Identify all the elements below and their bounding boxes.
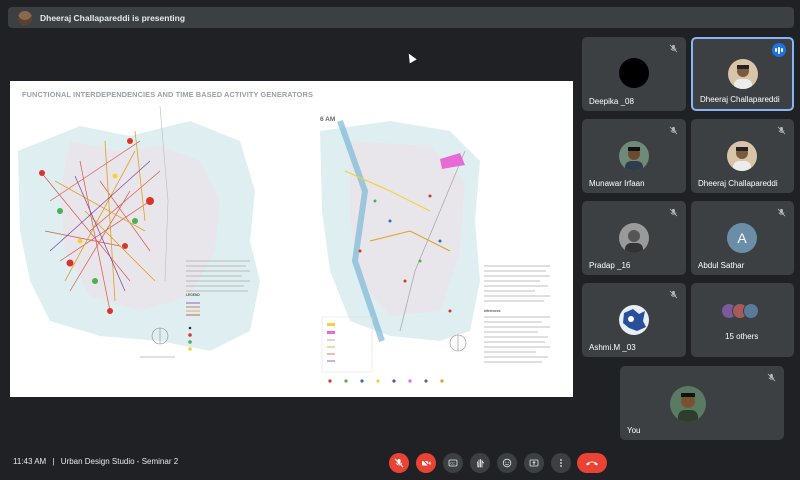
meeting-name: Urban Design Studio - Seminar 2	[60, 457, 179, 466]
svg-text:CC: CC	[450, 462, 455, 466]
participant-tile[interactable]: Dheeraj Challapareddi	[691, 37, 794, 111]
participant-tile[interactable]: Deepika _08	[582, 37, 686, 111]
avatar	[743, 303, 759, 319]
participant-name: Pradap _16	[589, 261, 631, 270]
others-count: 15 others	[725, 332, 759, 341]
avatar: A	[727, 223, 757, 253]
separator: |	[52, 457, 55, 466]
slide-title: FUNCTIONAL INTERDEPENDENCIES AND TIME BA…	[22, 90, 313, 99]
mouse-cursor	[405, 51, 417, 64]
hang-up-icon	[586, 461, 598, 466]
slide-time-label: 6 AM	[320, 116, 336, 123]
right-subheading: Inferences	[484, 309, 501, 313]
avatar	[728, 59, 758, 89]
slide-maps	[18, 105, 550, 383]
mic-off-icon	[777, 126, 786, 135]
presenting-text: Dheeraj Challapareddi is presenting	[40, 12, 186, 23]
mic-off-icon	[669, 126, 678, 135]
participant-tile[interactable]: Dheeraj Challapareddi	[691, 119, 794, 193]
camera-off-icon	[421, 458, 431, 468]
self-tile[interactable]: You	[620, 366, 784, 440]
avatar	[619, 305, 649, 335]
captions-button[interactable]: CC	[443, 453, 463, 473]
avatar	[727, 141, 757, 171]
mic-off-icon	[669, 44, 678, 53]
participant-name: You	[627, 426, 641, 435]
present-button[interactable]	[524, 453, 544, 473]
more-vert-icon	[560, 459, 562, 467]
toggle-camera-button[interactable]	[416, 453, 436, 473]
participant-name: Deepika _08	[589, 97, 634, 106]
avatar	[619, 223, 649, 253]
participant-name: Dheeraj Challapareddi	[698, 179, 778, 188]
left-map	[18, 105, 260, 358]
speaking-indicator-icon	[772, 43, 786, 57]
hand-icon	[477, 459, 484, 468]
presenter-avatar	[18, 10, 32, 25]
presenting-banner: Dheeraj Challapareddi is presenting	[8, 7, 794, 28]
mic-off-icon	[767, 373, 776, 382]
avatar	[670, 386, 706, 422]
emoji-icon	[502, 458, 512, 468]
participant-tile[interactable]: Pradap _16	[582, 201, 686, 275]
others-tile[interactable]: 15 others	[691, 283, 794, 357]
meeting-info: 11:43 AM | Urban Design Studio - Seminar…	[13, 457, 178, 466]
mic-off-icon	[669, 208, 678, 217]
mic-off-icon	[394, 458, 404, 468]
toggle-mic-button[interactable]	[389, 453, 409, 473]
shared-screen: FUNCTIONAL INTERDEPENDENCIES AND TIME BA…	[10, 81, 573, 397]
left-legend-heading: LEGEND	[186, 293, 200, 297]
clock-time: 11:43 AM	[13, 457, 47, 466]
more-options-button[interactable]	[551, 453, 571, 473]
participant-tile[interactable]: A Abdul Sathar	[691, 201, 794, 275]
participant-name: Munawar Irfaan	[589, 179, 645, 188]
captions-icon: CC	[448, 459, 458, 467]
participant-name: Dheeraj Challapareddi	[700, 95, 780, 104]
participant-tile[interactable]: Ashmi.M _03	[582, 283, 686, 357]
present-screen-icon	[529, 459, 539, 467]
raise-hand-button[interactable]	[470, 453, 490, 473]
avatar	[619, 141, 649, 171]
participant-tile[interactable]: Munawar Irfaan	[582, 119, 686, 193]
participant-name: Abdul Sathar	[698, 261, 745, 270]
mic-off-icon	[777, 208, 786, 217]
participant-name: Ashmi.M _03	[589, 343, 636, 352]
avatar	[619, 58, 649, 88]
mic-off-icon	[669, 290, 678, 299]
leave-call-button[interactable]	[577, 453, 607, 473]
reactions-button[interactable]	[497, 453, 517, 473]
